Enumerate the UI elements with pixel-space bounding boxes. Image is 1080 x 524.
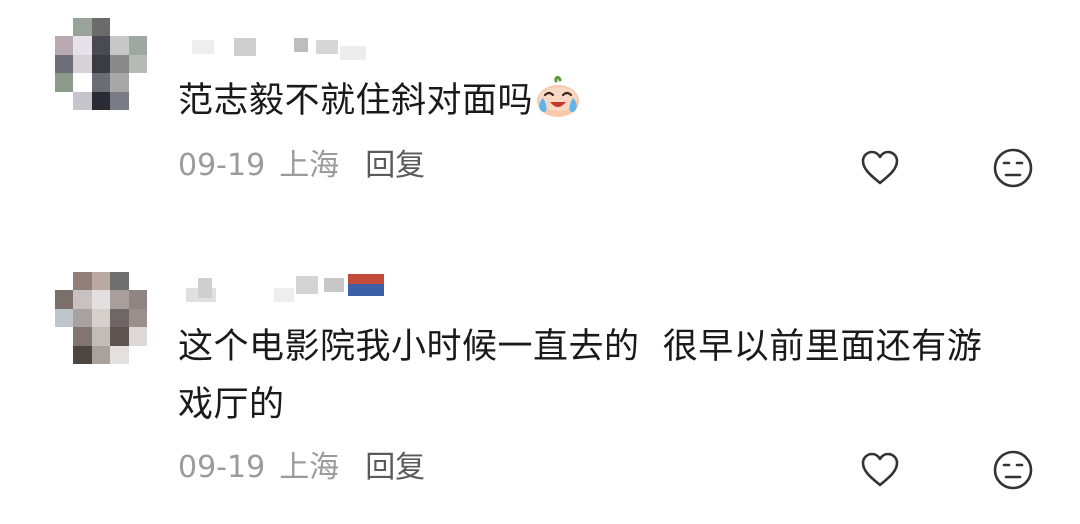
comment-text-line: 这个电影院我小时候一直去的 很早以前里面还有游 <box>178 327 983 367</box>
comment-text: 这个电影院我小时候一直去的 很早以前里面还有游 戏厅的 <box>178 318 1048 434</box>
comment-text: 范志毅不就住斜对面吗 <box>178 72 1048 136</box>
comment-text-line: 戏厅的 <box>178 385 285 425</box>
meh-face-icon[interactable] <box>992 147 1034 189</box>
comment-meta: 09-19 上海 回复 <box>178 146 425 186</box>
username-blurred[interactable] <box>178 272 388 302</box>
comment-meta: 09-19 上海 回复 <box>178 448 425 488</box>
heart-icon[interactable] <box>859 147 901 189</box>
meh-face-icon[interactable] <box>992 449 1034 491</box>
avatar[interactable] <box>55 18 147 110</box>
comment-location: 上海 <box>279 148 340 183</box>
comment-date: 09-19 <box>178 148 266 183</box>
avatar[interactable] <box>55 272 147 364</box>
reply-button[interactable]: 回复 <box>365 148 425 183</box>
crying-laughing-peach-emoji <box>535 76 581 136</box>
comment-date: 09-19 <box>178 450 266 485</box>
comment-location: 上海 <box>279 450 340 485</box>
reply-button[interactable]: 回复 <box>365 450 425 485</box>
username-blurred[interactable] <box>178 36 388 60</box>
heart-icon[interactable] <box>859 449 901 491</box>
